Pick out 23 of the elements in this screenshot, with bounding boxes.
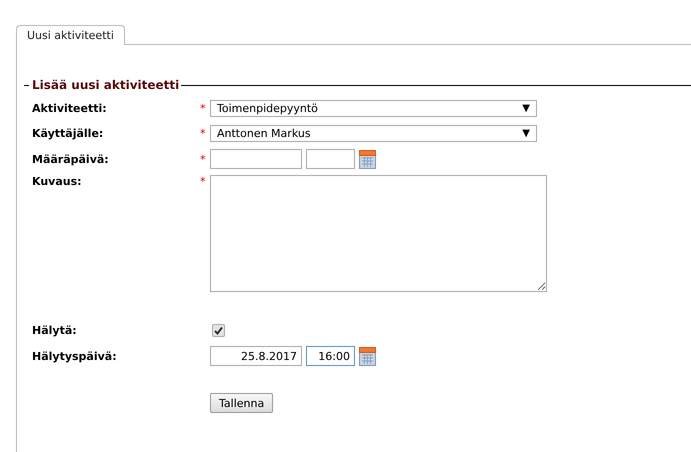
field-label: Kuvaus:	[32, 175, 83, 188]
time-field[interactable]: 16:00	[306, 346, 355, 366]
field-label: Aktiviteetti:	[32, 102, 108, 115]
dropdown[interactable]: Toimenpidepyyntö ▼	[210, 100, 537, 117]
save-button[interactable]: Tallenna	[210, 393, 274, 413]
required-icon: *	[200, 102, 206, 115]
field-label: Hälytä:	[32, 324, 78, 337]
required-icon: *	[200, 127, 206, 140]
description-field[interactable]	[210, 175, 547, 292]
field-label: Määräpäivä:	[32, 152, 110, 166]
required-icon: *	[200, 152, 206, 166]
date-field[interactable]	[210, 149, 302, 169]
required-icon: *	[200, 175, 206, 188]
tab[interactable]: Uusi aktiviteetti	[16, 25, 125, 45]
time-field[interactable]	[306, 149, 355, 169]
checkbox[interactable]	[212, 324, 225, 337]
dropdown[interactable]: Anttonen Markus ▼	[210, 125, 537, 142]
calendar-icon[interactable]	[359, 346, 376, 366]
calendar-icon[interactable]	[359, 150, 376, 168]
section-title: Lisää uusi aktiviteetti	[32, 78, 180, 92]
date-field[interactable]: 25.8.2017	[210, 346, 302, 366]
field-label: Käyttäjälle:	[32, 127, 104, 140]
field-label: Hälytyspäivä:	[32, 350, 118, 362]
